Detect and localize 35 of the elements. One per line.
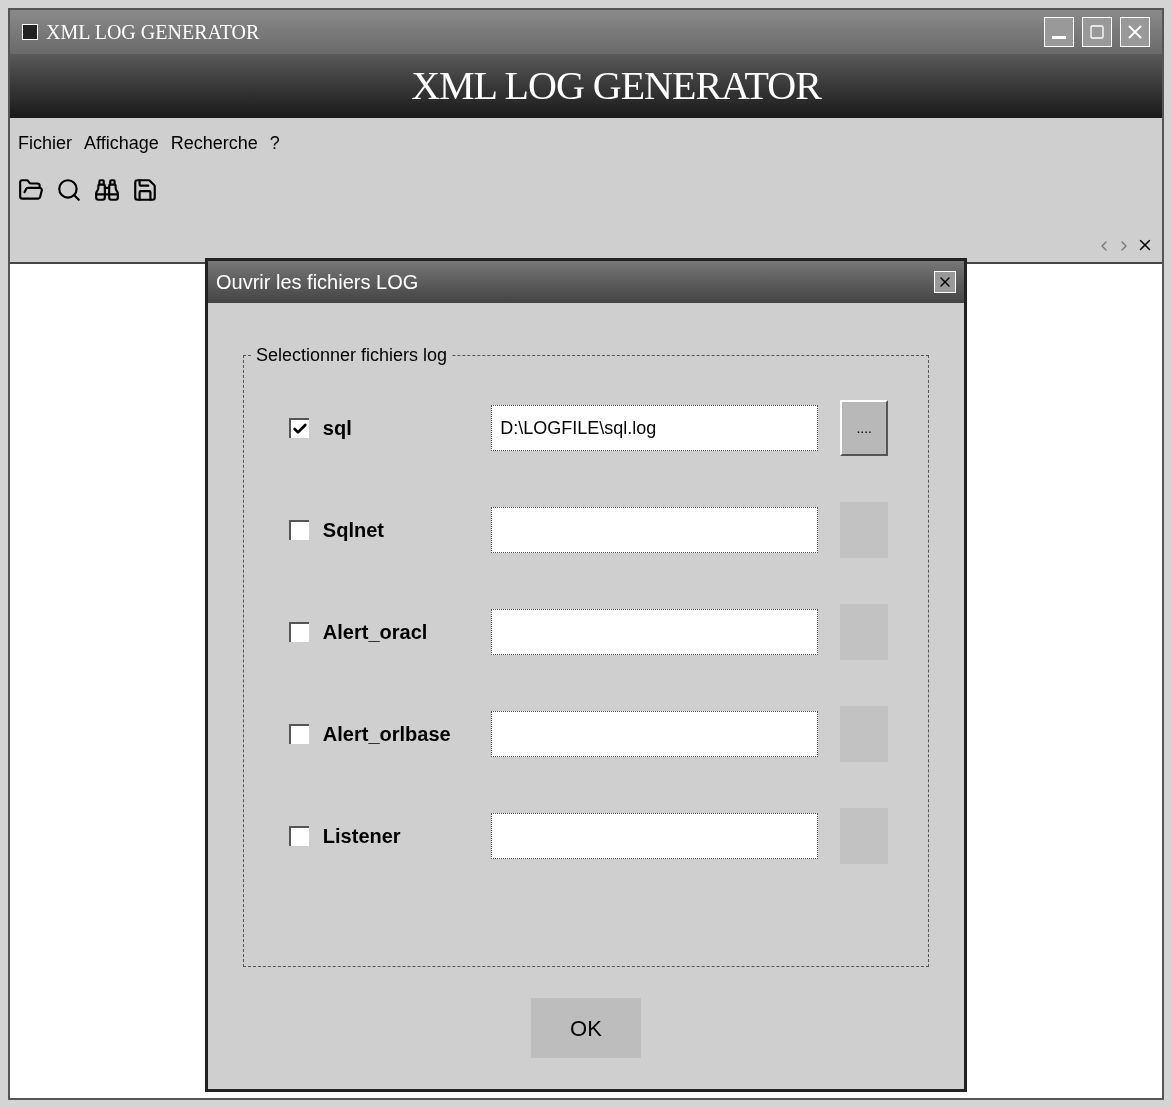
ok-button[interactable]: OK bbox=[531, 998, 641, 1058]
path-field[interactable] bbox=[491, 507, 819, 553]
minimize-icon bbox=[1052, 35, 1066, 39]
path-field[interactable] bbox=[491, 609, 819, 655]
dialog-close-button[interactable] bbox=[934, 271, 956, 293]
minimize-button[interactable] bbox=[1044, 17, 1074, 47]
banner-title: XML LOG GENERATOR bbox=[411, 62, 821, 110]
path-field[interactable]: D:\LOGFILE\sql.log bbox=[491, 405, 819, 451]
open-folder-icon[interactable] bbox=[18, 177, 44, 203]
dialog-title: Ouvrir les fichiers LOG bbox=[216, 270, 420, 295]
path-field[interactable] bbox=[491, 711, 819, 757]
browse-button[interactable]: .... bbox=[840, 400, 888, 456]
app-icon bbox=[22, 24, 38, 40]
menu-item[interactable]: Fichier bbox=[18, 129, 72, 157]
search-icon[interactable] bbox=[56, 177, 82, 203]
file-label: Listener bbox=[322, 824, 402, 849]
checkbox[interactable] bbox=[289, 418, 309, 438]
file-label: Sqlnet bbox=[322, 518, 385, 543]
binoculars-icon[interactable] bbox=[94, 177, 120, 203]
checkbox[interactable] bbox=[289, 826, 309, 846]
maximize-icon bbox=[1089, 24, 1105, 40]
checkbox[interactable] bbox=[289, 724, 309, 744]
menu-item[interactable]: Affichage bbox=[84, 129, 159, 157]
maximize-button[interactable] bbox=[1082, 17, 1112, 47]
menu-item[interactable]: ? bbox=[269, 129, 280, 157]
path-field[interactable] bbox=[491, 813, 819, 859]
checkbox[interactable] bbox=[289, 520, 309, 540]
window-title: XML LOG GENERATOR bbox=[46, 20, 261, 45]
close-button[interactable] bbox=[1120, 17, 1150, 47]
file-label: Alert_oracl bbox=[322, 620, 429, 645]
save-icon[interactable] bbox=[132, 177, 158, 203]
file-label: Alert_orlbase bbox=[322, 722, 452, 747]
menu-item[interactable]: Recherche bbox=[170, 129, 258, 157]
file-label: sql bbox=[322, 416, 353, 441]
checkbox[interactable] bbox=[289, 622, 309, 642]
